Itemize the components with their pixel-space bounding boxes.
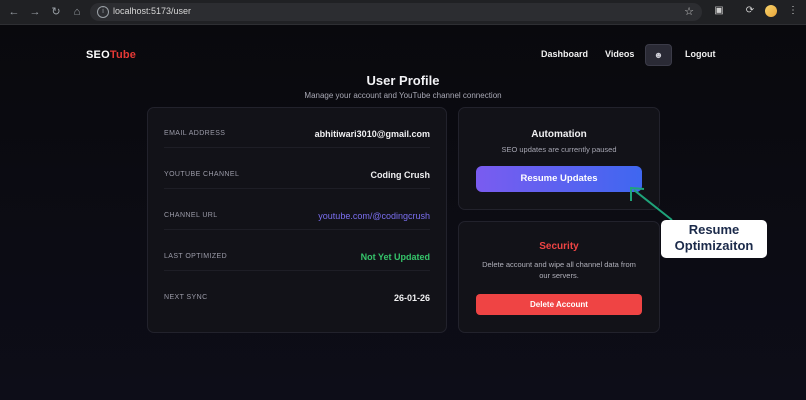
user-profile-button[interactable]: ☻ <box>645 44 672 66</box>
divider <box>164 147 430 148</box>
sync-icon[interactable]: ⟳ <box>743 4 757 18</box>
info-label: CHANNEL URL <box>164 212 218 219</box>
info-label: NEXT SYNC <box>164 294 208 301</box>
nav-logout[interactable]: Logout <box>685 49 716 59</box>
automation-title: Automation <box>531 129 587 140</box>
automation-status: SEO updates are currently paused <box>501 145 617 154</box>
reload-icon[interactable]: ↻ <box>48 4 64 20</box>
nav-videos[interactable]: Videos <box>605 49 634 59</box>
site-info-icon[interactable]: i <box>97 6 109 18</box>
annotation-line-1: Resume <box>688 222 740 237</box>
divider <box>164 188 430 189</box>
page-title: User Profile <box>366 73 440 88</box>
channel-url-link[interactable]: youtube.com/@codingcrush <box>318 211 430 221</box>
info-row-next-sync: NEXT SYNC 26-01-26 <box>164 272 430 312</box>
security-description: Delete account and wipe all channel data… <box>482 260 636 280</box>
url-text[interactable]: localhost:5173/user <box>113 6 191 16</box>
address-bar[interactable]: i localhost:5173/user ☆ <box>90 3 702 21</box>
info-label: YOUTUBE CHANNEL <box>164 171 240 178</box>
logo[interactable]: SEOTube <box>86 49 136 61</box>
divider <box>164 270 430 271</box>
star-icon[interactable]: ☆ <box>684 5 694 18</box>
back-icon[interactable]: ← <box>6 4 22 20</box>
info-row-url: CHANNEL URL youtube.com/@codingcrush <box>164 190 430 230</box>
info-row-last-optimized: LAST OPTIMIZED Not Yet Updated <box>164 231 430 271</box>
info-label: EMAIL ADDRESS <box>164 130 226 137</box>
logo-tube: Tube <box>109 49 137 61</box>
info-label: LAST OPTIMIZED <box>164 253 228 260</box>
browser-toolbar: ← → ↻ ⌂ i localhost:5173/user ☆ ▣ ⟳ ⋮ <box>0 0 806 25</box>
page: SEOTube Dashboard Videos ☻ Logout User P… <box>0 25 806 400</box>
page-subtitle: Manage your account and YouTube channel … <box>304 91 502 100</box>
user-icon: ☻ <box>653 50 664 60</box>
menu-icon[interactable]: ⋮ <box>786 4 800 18</box>
email-value: abhitiwari3010@gmail.com <box>314 129 430 139</box>
resume-updates-button[interactable]: Resume Updates <box>476 166 642 192</box>
last-optimized-status: Not Yet Updated <box>360 252 430 262</box>
extensions-icon[interactable]: ▣ <box>712 4 726 18</box>
profile-avatar[interactable] <box>765 5 777 17</box>
annotation-callout: Resume Optimizaiton <box>661 220 767 258</box>
channel-value: Coding Crush <box>370 170 431 180</box>
info-row-channel: YOUTUBE CHANNEL Coding Crush <box>164 149 430 189</box>
annotation-line-2: Optimizaiton <box>674 238 754 253</box>
divider <box>164 229 430 230</box>
home-icon[interactable]: ⌂ <box>69 4 85 20</box>
next-sync-value: 26-01-26 <box>393 293 430 303</box>
security-title: Security <box>539 241 579 252</box>
logo-seo: SEO <box>86 49 110 61</box>
profile-info-card: EMAIL ADDRESS abhitiwari3010@gmail.com Y… <box>147 107 447 333</box>
forward-icon[interactable]: → <box>27 4 43 20</box>
nav-dashboard[interactable]: Dashboard <box>541 49 588 59</box>
delete-account-button[interactable]: Delete Account <box>476 294 642 315</box>
info-row-email: EMAIL ADDRESS abhitiwari3010@gmail.com <box>164 108 430 148</box>
